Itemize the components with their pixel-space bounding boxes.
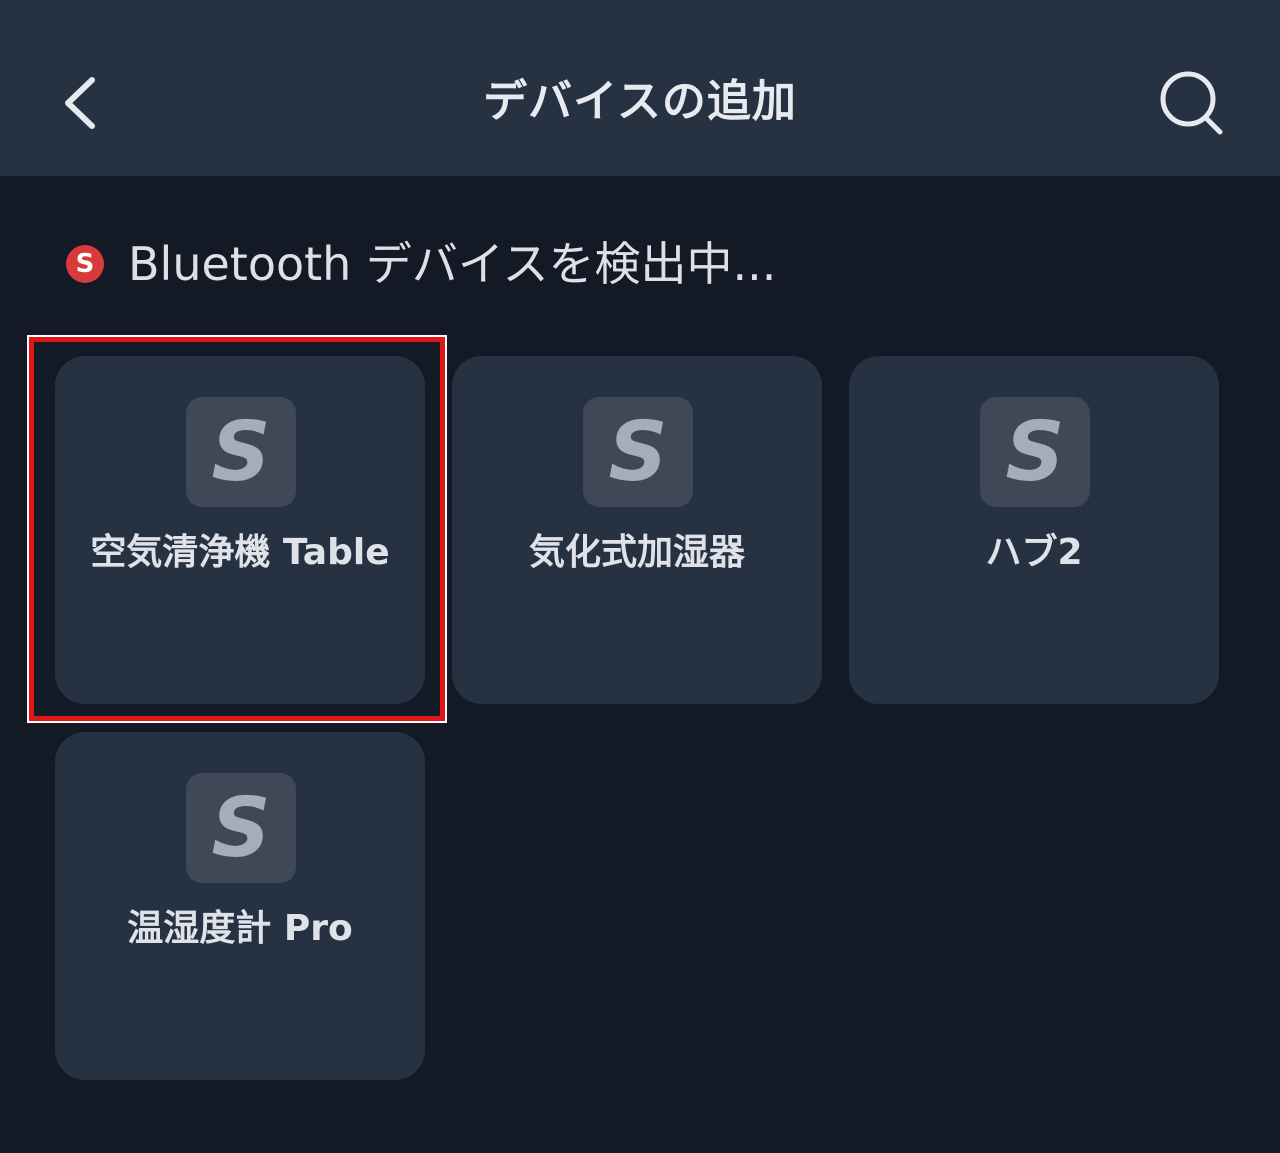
brand-logo-icon: S: [66, 245, 104, 283]
device-logo-icon: S: [583, 397, 693, 507]
search-icon: [1160, 71, 1223, 135]
device-card-humidifier[interactable]: S 気化式加湿器: [452, 356, 822, 704]
device-card-hub-2[interactable]: S ハブ2: [849, 356, 1219, 704]
device-logo-icon: S: [186, 773, 296, 883]
search-button[interactable]: [1152, 66, 1232, 140]
page-title: デバイスの追加: [483, 76, 797, 127]
scan-status-text: Bluetooth デバイスを検出中...: [128, 237, 777, 291]
device-name: ハブ2: [985, 532, 1083, 573]
top-app-bar: デバイスの追加: [0, 0, 1280, 176]
selection-highlight: [27, 335, 447, 723]
back-button[interactable]: [52, 66, 112, 138]
device-name: 気化式加湿器: [528, 532, 745, 573]
device-name: 温湿度計 Pro: [127, 908, 353, 949]
chevron-left-icon: [65, 77, 95, 129]
device-card-thermo-hygrometer-pro[interactable]: S 温湿度計 Pro: [55, 732, 425, 1080]
device-logo-icon: S: [980, 397, 1090, 507]
bluetooth-scan-status: S Bluetooth デバイスを検出中...: [66, 232, 776, 296]
